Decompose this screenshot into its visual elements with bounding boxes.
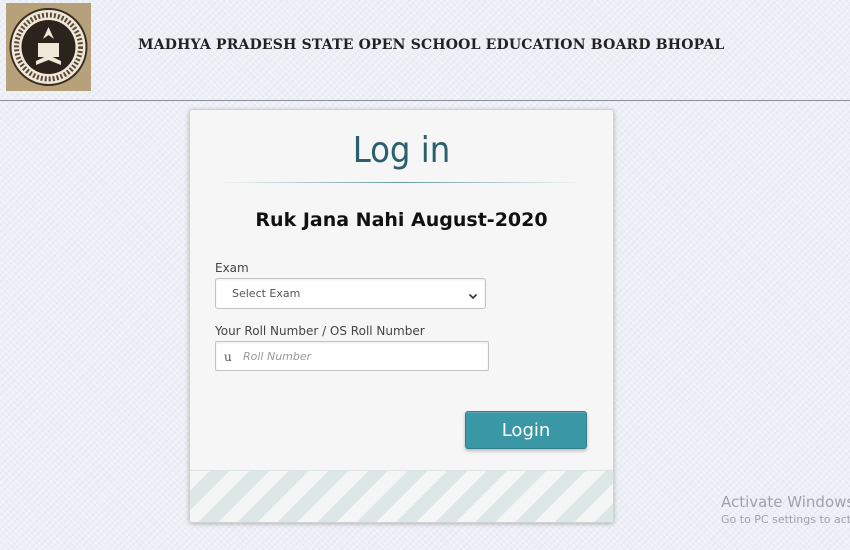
watermark-line-1: Activate Windows [721,493,850,511]
watermark-line-2: Go to PC settings to act [721,513,850,526]
user-icon: u [224,350,232,364]
exam-label: Exam [215,261,249,275]
board-title: MADHYA PRADESH STATE OPEN SCHOOL EDUCATI… [138,37,725,53]
windows-activation-watermark: Activate Windows Go to PC settings to ac… [721,493,850,526]
exam-select-value: Select Exam [232,287,301,300]
roll-number-label: Your Roll Number / OS Roll Number [215,324,425,338]
chevron-down-icon [467,287,479,300]
exam-select[interactable]: Select Exam [215,278,486,309]
exam-session-title: Ruk Jana Nahi August-2020 [255,209,548,231]
login-button[interactable]: Login [465,411,587,449]
login-card: Log in Ruk Jana Nahi August-2020 Exam Se… [189,109,614,523]
board-logo [6,3,91,91]
page-header: MADHYA PRADESH STATE OPEN SCHOOL EDUCATI… [0,0,850,101]
heading-divider [218,182,584,183]
roll-number-input[interactable]: u Roll Number [215,341,489,371]
roll-number-placeholder: Roll Number [243,350,312,363]
card-footer [190,470,613,522]
login-heading: Log in [352,130,451,171]
